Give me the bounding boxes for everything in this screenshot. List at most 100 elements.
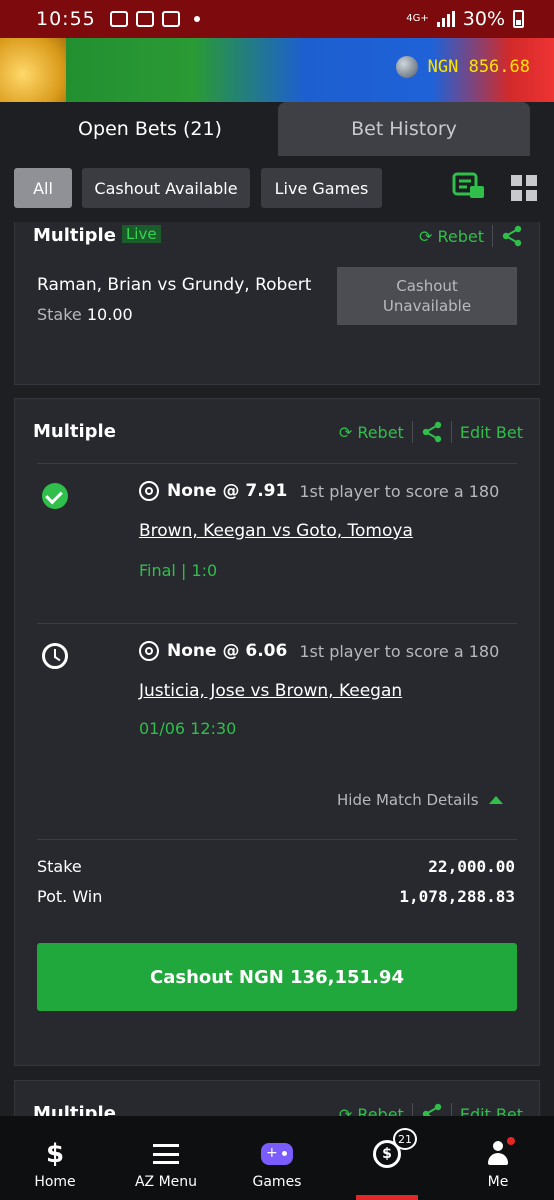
app-notification-icon: [161, 11, 180, 27]
gamepad-icon: [261, 1143, 293, 1165]
stake-label: Stake: [37, 857, 82, 876]
network-type: 4G+: [406, 13, 429, 24]
nav-me[interactable]: Me: [443, 1116, 553, 1200]
nav-open-bets[interactable]: $ 21: [332, 1116, 442, 1200]
notification-dot: [507, 1137, 515, 1145]
match-status: Final | 1:0: [139, 561, 218, 580]
notification-icons: [109, 11, 200, 27]
trophy-icon: [0, 38, 66, 102]
bet-type-title: Multiple: [33, 421, 116, 442]
hide-match-details-toggle[interactable]: Hide Match Details: [337, 791, 503, 809]
missed-call-icon: [135, 11, 154, 27]
divider: [37, 623, 517, 624]
nav-me-label: Me: [487, 1174, 509, 1190]
rebet-button[interactable]: ⟳ Rebet: [419, 227, 484, 246]
stake-label: Stake: [37, 305, 82, 324]
divider: [450, 1103, 452, 1116]
refresh-icon: ⟳: [338, 1104, 353, 1117]
signal-icon: [436, 11, 455, 27]
selection-odds: None @ 6.06: [167, 641, 288, 661]
potential-win-value: 1,078,288.83: [399, 887, 515, 906]
active-tab-indicator: [356, 1195, 418, 1200]
share-icon[interactable]: [421, 1103, 443, 1116]
match-teams: Raman, Brian vs Grundy, Robert: [37, 275, 312, 295]
globe-icon: [395, 56, 418, 78]
bet-tabs: Open Bets (21) Bet History: [0, 102, 554, 156]
edit-bet-button[interactable]: Edit Bet: [460, 1105, 523, 1117]
header-banner: NGN 856.68: [0, 38, 554, 102]
rebet-button[interactable]: ⟳ Rebet: [339, 1105, 404, 1117]
bet-actions: ⟳ Rebet Edit Bet: [339, 421, 523, 443]
refresh-icon: ⟳: [338, 422, 353, 442]
rebet-label: Rebet: [437, 226, 484, 246]
person-icon: [487, 1137, 515, 1167]
rebet-label: Rebet: [357, 1104, 404, 1117]
balance-amount: NGN 856.68: [427, 57, 530, 77]
rebet-label: Rebet: [357, 422, 404, 442]
market-name: 1st player to score a 180: [299, 481, 500, 501]
filter-all[interactable]: All: [14, 168, 72, 208]
divider: [450, 421, 452, 443]
nav-home-label: Home: [34, 1174, 76, 1190]
match-link[interactable]: Brown, Keegan vs Goto, Tomoya: [139, 521, 413, 541]
open-bets-count-badge: 21: [393, 1128, 417, 1150]
check-circle-icon: [42, 483, 68, 509]
nav-home[interactable]: $ Home: [0, 1116, 110, 1200]
bet-card: Multiple Live ⟳ Rebet Raman, Brian vs Gru…: [14, 222, 540, 385]
potential-win-label: Pot. Win: [37, 887, 103, 906]
market-name: 1st player to score a 180: [299, 641, 500, 661]
tab-open-bets[interactable]: Open Bets (21): [24, 102, 276, 156]
bottom-nav: $ Home AZ Menu Games $ 21 Me: [0, 1116, 554, 1200]
live-badge: Live: [121, 225, 161, 243]
hide-details-label: Hide Match Details: [337, 791, 479, 809]
more-notifications-icon: [193, 16, 200, 22]
edit-bet-button[interactable]: Edit Bet: [460, 423, 523, 442]
cashout-line2: Unavailable: [382, 297, 472, 315]
stake-value: 10.00: [86, 305, 133, 324]
menu-icon: [153, 1144, 179, 1164]
cashout-button[interactable]: Cashout NGN 136,151.94: [37, 943, 517, 1011]
share-icon[interactable]: [501, 225, 523, 247]
nav-games-label: Games: [252, 1174, 302, 1190]
bet-card: Multiple ⟳ Rebet Edit Bet: [14, 1080, 540, 1116]
match-status: 01/06 12:30: [139, 719, 237, 738]
bet-type-title: Multiple: [33, 1103, 116, 1116]
leg-selection: None @ 6.06 1st player to score a 180: [139, 641, 499, 661]
cashout-unavailable-button: Cashout Unavailable: [337, 267, 517, 325]
battery-icon: [513, 10, 524, 28]
selection-odds: None @ 7.91: [167, 481, 288, 501]
status-time: 10:55: [36, 8, 96, 30]
nav-games[interactable]: Games: [222, 1116, 332, 1200]
bets-list[interactable]: Multiple Live ⟳ Rebet Raman, Brian vs Gru…: [0, 222, 554, 1116]
bet-actions: ⟳ Rebet: [419, 225, 523, 247]
wallet-balance[interactable]: NGN 856.68: [395, 56, 530, 78]
status-bar: 10:55 4G+ 30%: [0, 0, 554, 38]
divider: [492, 225, 493, 247]
rebet-button[interactable]: ⟳ Rebet: [339, 423, 404, 442]
filter-bar: All Cashout Available Live Games: [0, 156, 554, 222]
cashout-line1: Cashout: [396, 277, 458, 295]
nav-menu-label: AZ Menu: [134, 1174, 198, 1190]
gallery-icon: [109, 11, 128, 27]
target-icon: [139, 481, 159, 501]
nav-az-menu[interactable]: AZ Menu: [111, 1116, 221, 1200]
tab-bet-history[interactable]: Bet History: [278, 102, 530, 156]
match-link[interactable]: Justicia, Jose vs Brown, Keegan: [139, 681, 402, 701]
divider: [411, 421, 413, 443]
clock-icon: [42, 643, 68, 669]
bet-card: Multiple ⟳ Rebet Edit Bet None @ 7.91 1s…: [14, 398, 540, 1066]
bet-slip-icon[interactable]: [452, 172, 486, 202]
battery-percent: 30%: [462, 8, 505, 30]
grid-view-icon[interactable]: [510, 174, 538, 202]
bet-type-label: Multiple: [33, 225, 116, 246]
share-icon[interactable]: [421, 421, 443, 443]
divider: [411, 1103, 413, 1116]
divider: [37, 463, 517, 464]
filter-cashout-available[interactable]: Cashout Available: [82, 168, 250, 208]
stake-value: 22,000.00: [428, 857, 515, 876]
stake-line: Stake 10.00: [37, 305, 133, 324]
target-icon: [139, 641, 159, 661]
refresh-icon: ⟳: [418, 226, 433, 246]
chevron-up-icon: [488, 796, 503, 804]
filter-live-games[interactable]: Live Games: [261, 168, 382, 208]
